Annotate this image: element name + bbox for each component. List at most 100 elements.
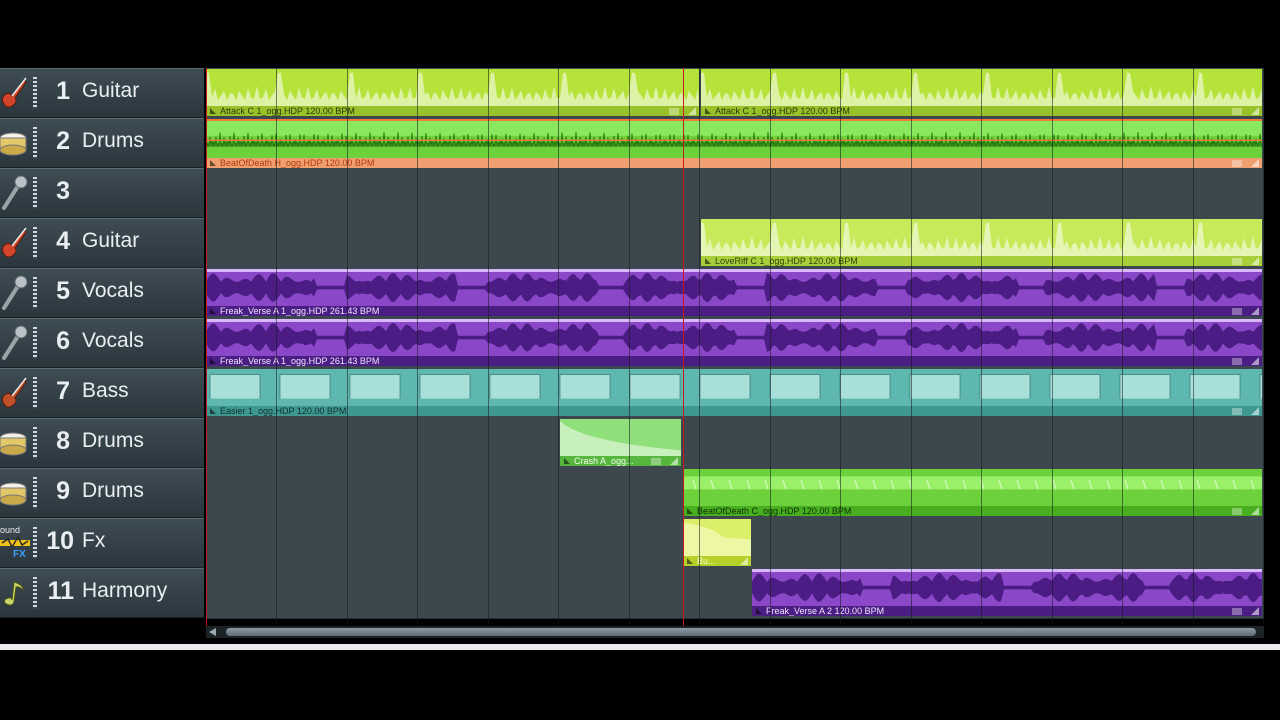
track-lane[interactable]: Bu... <box>206 518 1264 569</box>
clip-resize-handle-icon[interactable] <box>670 457 678 465</box>
audio-clip[interactable]: BeatOfDeath H_ogg.HDP 120.00 BPM <box>206 119 1262 168</box>
clip-waveform <box>683 522 751 556</box>
track-name[interactable]: Harmony <box>82 579 167 603</box>
clip-menu-icon[interactable] <box>1232 160 1242 167</box>
clip-waveform <box>752 569 1262 603</box>
track-header[interactable]: 7 Bass <box>0 368 204 418</box>
track-name[interactable]: Bass <box>82 379 129 403</box>
clip-waveform <box>701 72 1262 106</box>
track-header[interactable]: 9 Drums <box>0 468 204 518</box>
track-number: 1 <box>56 77 70 105</box>
clip-label: Easier 1_ogg.HDP 120.00 BPM <box>206 406 1262 416</box>
track-row-5: 5 Vocals Freak_Verse A 1_ogg.HDP 261.43 BP… <box>0 268 1266 319</box>
guitar-icon <box>0 224 30 262</box>
clip-label: Attack C 1_ogg.HDP 120.00 BPM <box>206 106 699 116</box>
track-name[interactable]: Guitar <box>82 79 139 103</box>
clip-waveform <box>206 269 1262 303</box>
track-name[interactable]: Vocals <box>82 279 144 303</box>
clip-resize-handle-icon[interactable] <box>1251 107 1259 115</box>
track-lane[interactable]: Freak_Verse A 1_ogg.HDP 261.43 BPM <box>206 268 1264 319</box>
clip-label: Crash A_ogg... <box>560 456 681 466</box>
track-name[interactable]: Drums <box>82 129 144 153</box>
track-lane[interactable]: Freak_Verse A 2 120.00 BPM <box>206 568 1264 619</box>
track-lane[interactable]: Freak_Verse A 1_ogg.HDP 261.43 BPM <box>206 318 1264 369</box>
track-row-7: 7 Bass Easier 1_ogg.HDP 120.00 BPM <box>0 368 1266 419</box>
audio-clip[interactable]: Crash A_ogg... <box>560 419 681 466</box>
track-header[interactable]: 4 Guitar <box>0 218 204 268</box>
sound-fx-icon-label-bottom: FX <box>13 549 26 560</box>
sound-fx-icon: ound FX <box>0 524 30 562</box>
clip-menu-icon[interactable] <box>669 108 679 115</box>
clip-resize-handle-icon[interactable] <box>740 557 748 565</box>
audio-clip[interactable]: Freak_Verse A 1_ogg.HDP 261.43 BPM <box>206 269 1262 316</box>
track-name[interactable]: Vocals <box>82 329 144 353</box>
track-name[interactable]: Fx <box>82 529 105 553</box>
horizontal-scrollbar[interactable] <box>206 626 1264 638</box>
audio-clip[interactable]: Freak_Verse A 2 120.00 BPM <box>752 569 1262 616</box>
track-header[interactable]: 11 Harmony <box>0 568 204 618</box>
clip-menu-icon[interactable] <box>1232 358 1242 365</box>
track-row-3: 3 <box>0 168 1266 219</box>
clip-resize-handle-icon[interactable] <box>1251 407 1259 415</box>
track-number: 5 <box>56 277 70 305</box>
track-name[interactable]: Drums <box>82 479 144 503</box>
track-name[interactable]: Guitar <box>82 229 139 253</box>
clip-menu-icon[interactable] <box>1232 308 1242 315</box>
audio-clip[interactable]: Attack C 1_ogg.HDP 120.00 BPM <box>206 69 699 116</box>
clip-label: Freak_Verse A 1_ogg.HDP 261.43 BPM <box>206 356 1262 366</box>
clip-resize-handle-icon[interactable] <box>1251 507 1259 515</box>
track-number: 6 <box>56 327 70 355</box>
clip-resize-handle-icon[interactable] <box>1251 307 1259 315</box>
scroll-left-icon[interactable] <box>209 628 216 636</box>
microphone-icon <box>0 174 30 212</box>
track-lane[interactable]: Crash A_ogg... <box>206 418 1264 469</box>
track-header[interactable]: 5 Vocals <box>0 268 204 318</box>
scrollbar-thumb[interactable] <box>226 628 1256 636</box>
audio-clip[interactable]: LoveRiff C 1_ogg.HDP 120.00 BPM <box>701 219 1262 266</box>
track-header[interactable]: 3 <box>0 168 204 218</box>
track-number: 11 <box>47 577 74 605</box>
track-lane[interactable]: LoveRiff C 1_ogg.HDP 120.00 BPM <box>206 218 1264 269</box>
track-header[interactable]: 6 Vocals <box>0 318 204 368</box>
track-header[interactable]: ound FX 10 Fx <box>0 518 204 568</box>
track-row-9: 9 Drums BeatOfDeath C_ogg.HDP 120.00 BPM <box>0 468 1266 519</box>
track-row-8: 8 Drums Crash A_ogg... <box>0 418 1266 469</box>
clip-label: BeatOfDeath C_ogg.HDP 120.00 BPM <box>683 506 1262 516</box>
clip-resize-handle-icon[interactable] <box>688 107 696 115</box>
track-header[interactable]: 8 Drums <box>0 418 204 468</box>
loop-start-marker[interactable] <box>206 68 207 626</box>
clip-resize-handle-icon[interactable] <box>1251 257 1259 265</box>
clip-waveform <box>206 72 699 106</box>
track-lane[interactable]: BeatOfDeath H_ogg.HDP 120.00 BPM <box>206 118 1264 169</box>
bass-icon <box>0 374 30 412</box>
clip-resize-handle-icon[interactable] <box>1251 159 1259 167</box>
audio-clip[interactable]: BeatOfDeath C_ogg.HDP 120.00 BPM <box>683 469 1262 516</box>
microphone-icon <box>0 324 30 362</box>
microphone-icon <box>0 274 30 312</box>
clip-menu-icon[interactable] <box>1232 608 1242 615</box>
track-lane[interactable] <box>206 168 1264 219</box>
clip-menu-icon[interactable] <box>1232 258 1242 265</box>
vertical-scrollbar[interactable] <box>1266 68 1280 626</box>
audio-clip[interactable]: Bu... <box>683 519 751 566</box>
track-header[interactable]: 2 Drums <box>0 118 204 168</box>
clip-resize-handle-icon[interactable] <box>1251 357 1259 365</box>
track-lane[interactable]: Attack C 1_ogg.HDP 120.00 BPM Attack C 1_… <box>206 68 1264 119</box>
drum-icon <box>0 474 30 512</box>
audio-clip[interactable]: Easier 1_ogg.HDP 120.00 BPM <box>206 369 1262 416</box>
track-header[interactable]: 1 Guitar <box>0 68 204 118</box>
track-lane[interactable]: BeatOfDeath C_ogg.HDP 120.00 BPM <box>206 468 1264 519</box>
audio-clip[interactable]: Attack C 1_ogg.HDP 120.00 BPM <box>701 69 1262 116</box>
clip-menu-icon[interactable] <box>1232 508 1242 515</box>
clip-resize-handle-icon[interactable] <box>1251 607 1259 615</box>
note-icon <box>0 574 30 612</box>
track-lane[interactable]: Easier 1_ogg.HDP 120.00 BPM <box>206 368 1264 419</box>
clip-menu-icon[interactable] <box>1232 108 1242 115</box>
track-name[interactable]: Drums <box>82 429 144 453</box>
audio-clip[interactable]: Freak_Verse A 1_ogg.HDP 261.43 BPM <box>206 319 1262 366</box>
track-number: 10 <box>46 527 74 555</box>
clip-menu-icon[interactable] <box>651 458 661 465</box>
playhead[interactable] <box>683 68 684 626</box>
clip-menu-icon[interactable] <box>1232 408 1242 415</box>
track-row-11: 11 Harmony Freak_Verse A 2 120.00 BPM <box>0 568 1266 619</box>
